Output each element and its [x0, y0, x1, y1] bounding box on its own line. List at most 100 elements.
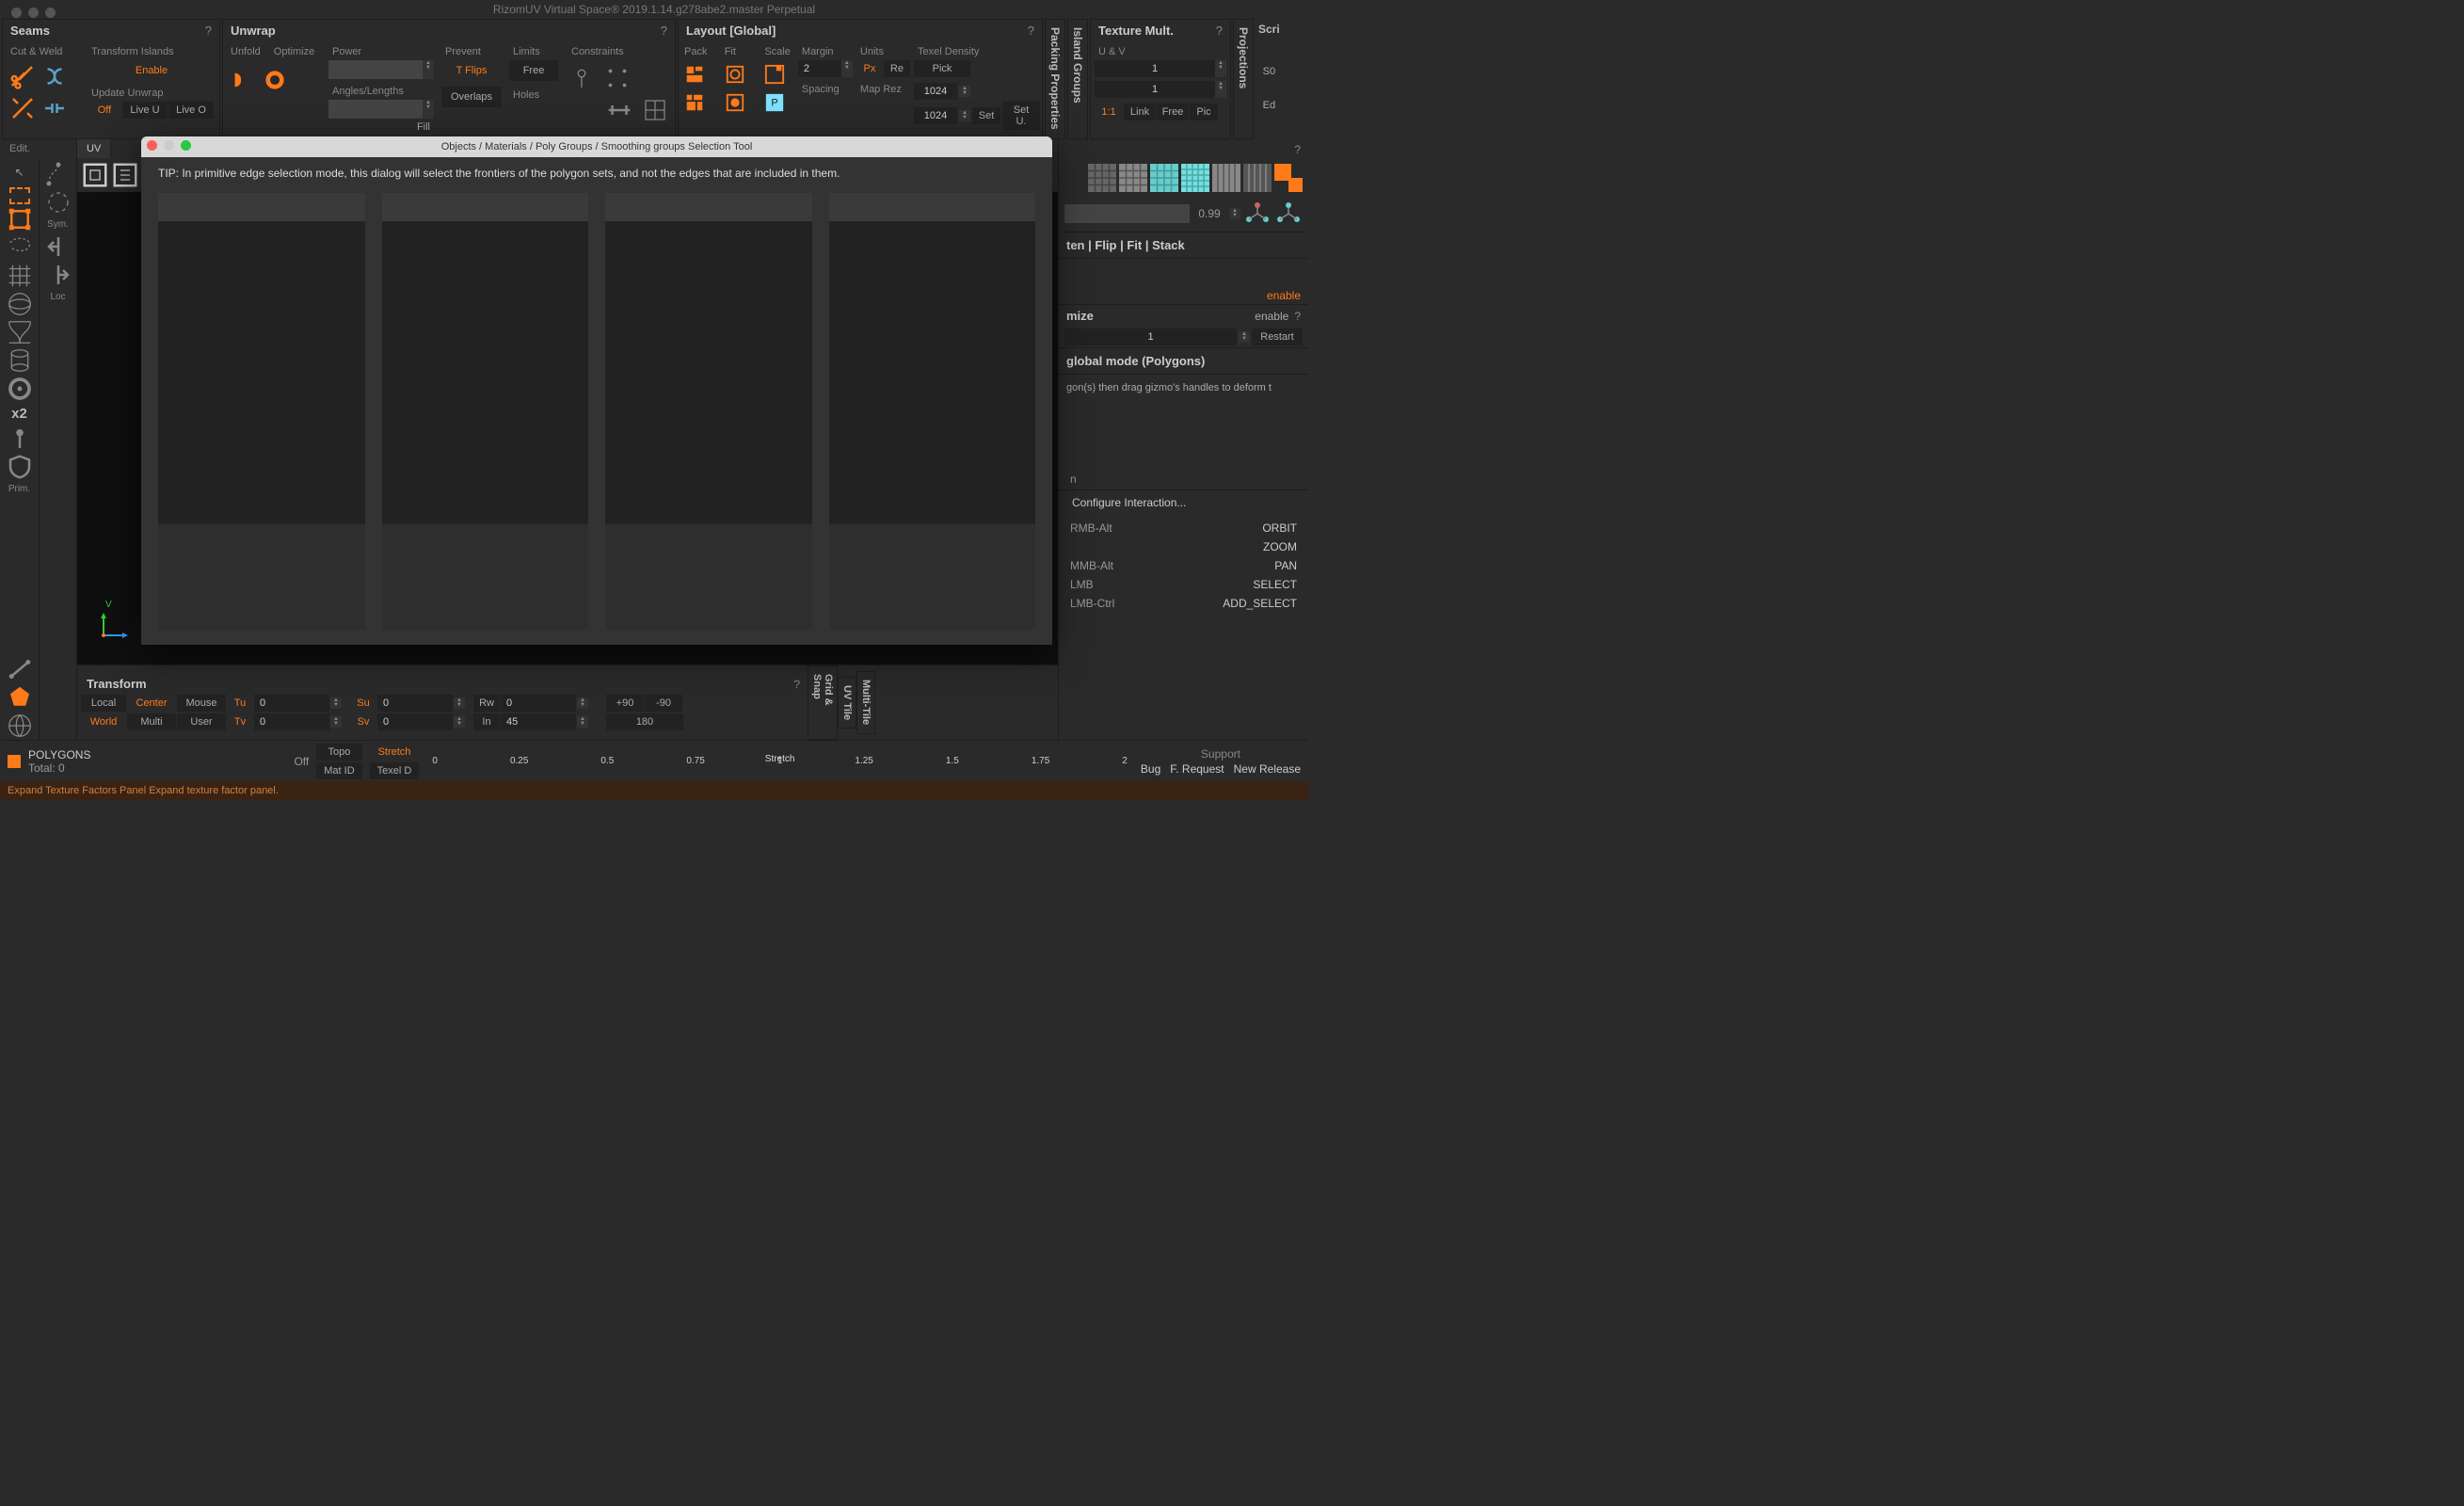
tm-free-button[interactable]: Free [1157, 104, 1189, 120]
configure-interaction-link[interactable]: Configure Interaction... [1059, 490, 1308, 515]
marquee-icon[interactable] [9, 187, 30, 204]
texel-setu-button[interactable]: Set U. [1002, 102, 1040, 130]
center-button[interactable]: Center [127, 695, 176, 712]
dialog-zoom-icon[interactable] [181, 140, 191, 151]
right-slider[interactable] [1064, 204, 1190, 223]
constraint-horiz-icon[interactable] [605, 97, 633, 123]
constraint-grid-icon[interactable] [641, 97, 669, 123]
grid-snap-tab[interactable]: Grid & Snap [808, 665, 838, 740]
objects-column[interactable] [158, 193, 365, 630]
mize-help-icon[interactable]: ? [1294, 310, 1301, 323]
topo-button[interactable]: Topo [316, 744, 361, 761]
dialog-titlebar[interactable]: Objects / Materials / Poly Groups / Smoo… [141, 136, 1052, 157]
polygroups-column[interactable] [605, 193, 812, 630]
pack-icon-2[interactable] [682, 90, 707, 115]
rw-button[interactable]: Rw [473, 695, 500, 712]
dialog-close-icon[interactable] [147, 140, 157, 151]
seams-help-icon[interactable]: ? [205, 24, 212, 38]
x2-label[interactable]: x2 [11, 403, 27, 425]
right-help-icon[interactable]: ? [1294, 143, 1301, 156]
pic-button[interactable]: Pic [1190, 104, 1218, 120]
maprez-input-2[interactable] [914, 107, 957, 124]
close-window-icon[interactable] [11, 8, 22, 18]
sphere-icon[interactable] [6, 291, 34, 317]
transform-help-icon[interactable]: ? [793, 678, 800, 691]
packing-properties-tab[interactable]: Packing Properties [1045, 19, 1065, 139]
overlaps-button[interactable]: Overlaps [441, 87, 502, 107]
texture-mult-input-2[interactable] [1095, 81, 1215, 98]
cut-edge-icon[interactable] [8, 95, 37, 121]
constraint-pin-icon[interactable] [568, 65, 596, 91]
mesh-icon[interactable] [6, 263, 34, 289]
mirror-left-icon[interactable] [44, 233, 72, 260]
tv-button[interactable]: Tv [227, 713, 253, 730]
rw-input[interactable] [501, 695, 576, 712]
pointer-icon[interactable]: ↖ [6, 159, 34, 185]
optimize-icon[interactable] [263, 68, 287, 92]
smoothing-column[interactable] [829, 193, 1036, 630]
mouse-button[interactable]: Mouse [177, 695, 226, 712]
margin-input[interactable] [798, 60, 841, 77]
transform-box-icon[interactable] [6, 206, 34, 232]
transform-islands-enable-button[interactable]: Enable [88, 60, 216, 81]
world-button[interactable]: World [81, 713, 126, 730]
target-icon[interactable] [6, 376, 34, 402]
fit-icon-1[interactable] [723, 62, 747, 87]
power-slider[interactable] [328, 60, 423, 79]
in-button[interactable]: In [473, 713, 500, 730]
weld-edge-icon[interactable] [40, 95, 69, 121]
sv-spin[interactable]: ▲▼ [454, 716, 465, 728]
tv-spin[interactable]: ▲▼ [330, 716, 342, 728]
unfold-icon[interactable] [229, 68, 253, 92]
restart-button[interactable]: Restart [1252, 328, 1303, 345]
a180-button[interactable]: 180 [606, 713, 683, 730]
lasso-icon[interactable] [6, 234, 34, 261]
polygon-tool-icon[interactable] [6, 684, 34, 711]
cylinder-icon[interactable] [6, 347, 34, 374]
local-button[interactable]: Local [81, 695, 126, 712]
scri-tab[interactable]: Scri [1256, 19, 1283, 40]
minus90-button[interactable]: -90 [645, 695, 682, 712]
user-button[interactable]: User [177, 713, 226, 730]
cut-icon[interactable] [8, 63, 37, 89]
shield-icon[interactable] [6, 454, 34, 480]
tv-input[interactable] [254, 713, 329, 730]
texeld-button[interactable]: Texel D [370, 762, 420, 779]
uv-tab[interactable]: UV [77, 139, 111, 158]
scale-icon-2[interactable]: P [762, 90, 787, 115]
su-input[interactable] [377, 695, 453, 712]
units-px-button[interactable]: Px [856, 60, 883, 77]
minimize-window-icon[interactable] [28, 8, 39, 18]
angles-spinner[interactable]: ▲▼ [423, 100, 434, 119]
grid-type-7-icon[interactable] [1274, 165, 1303, 191]
units-re-button[interactable]: Re [884, 60, 910, 77]
grid-warp-icon[interactable] [6, 319, 34, 345]
plus90-button[interactable]: +90 [606, 695, 644, 712]
fullscreen-window-icon[interactable] [45, 8, 56, 18]
multi-button[interactable]: Multi [127, 713, 176, 730]
edge-tool-icon[interactable] [6, 656, 34, 682]
grid-type-5-icon[interactable] [1212, 165, 1240, 191]
free-button[interactable]: Free [509, 60, 558, 81]
texel-set-button[interactable]: Set [972, 107, 1000, 124]
angles-slider[interactable] [328, 100, 423, 119]
texture-mult-input-1[interactable] [1095, 60, 1215, 77]
grid-type-3-icon[interactable] [1150, 165, 1178, 191]
grid-type-2-icon[interactable] [1119, 165, 1147, 191]
texel-pick-button[interactable]: Pick [914, 60, 970, 77]
uv-tile-tab[interactable]: UV Tile [838, 677, 856, 729]
circle-dashed-icon[interactable] [44, 189, 72, 216]
pack-icon-1[interactable] [682, 62, 707, 87]
tu-spin[interactable]: ▲▼ [330, 697, 342, 709]
live-o-button[interactable]: Live O [168, 102, 214, 119]
update-unwrap-off-button[interactable]: Off [88, 102, 121, 119]
weld-icon[interactable] [40, 63, 69, 89]
new-release-link[interactable]: New Release [1234, 762, 1301, 776]
grid-type-4-icon[interactable] [1181, 165, 1209, 191]
tu-input[interactable] [254, 695, 329, 712]
live-u-button[interactable]: Live U [122, 102, 168, 119]
status-off[interactable]: Off [294, 755, 309, 768]
su-button[interactable]: Su [350, 695, 376, 712]
in-input[interactable] [501, 713, 576, 730]
island-groups-tab[interactable]: Island Groups [1067, 19, 1088, 139]
